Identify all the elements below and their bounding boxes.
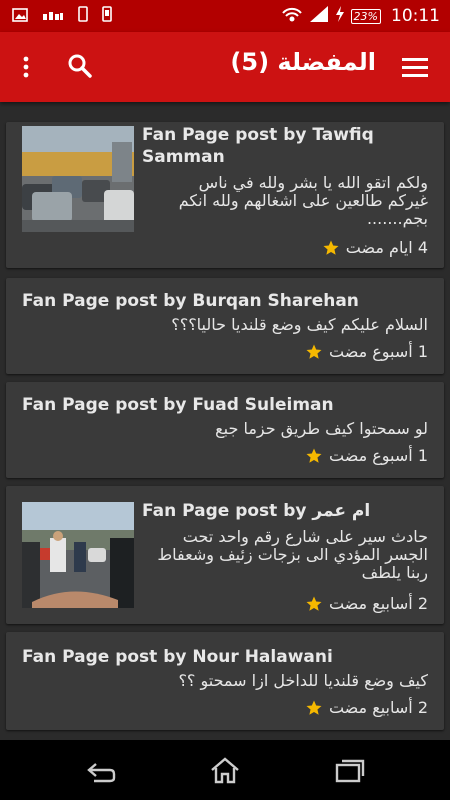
wifi-hotspot-icon [281, 5, 303, 28]
navigation-bar [0, 740, 450, 800]
phone-icon [78, 6, 88, 26]
post-body-line: غيركم طالعين على اشغالهم ولله انكم [178, 191, 428, 210]
post-title-line: Samman [142, 147, 225, 167]
charging-icon [335, 5, 345, 28]
clock: 10:11 [391, 6, 440, 26]
home-icon[interactable] [209, 756, 241, 784]
post-title: Fan Page post by Nour Halawani [22, 647, 333, 667]
post-body-line: الجسر المؤدي الى بزجات زئيف وشعفاط [157, 545, 428, 564]
overflow-menu-icon[interactable] [14, 56, 38, 78]
star-icon[interactable] [305, 447, 323, 465]
post-meta: 1 أسبوع مضت [305, 342, 428, 361]
post-body: لو سمحتوا كيف طريق حزما جبع [18, 420, 428, 438]
post-title: Fan Page post by Burqan Sharehan [22, 291, 359, 311]
post-body-line: ربنا يلطف [361, 563, 428, 582]
post-body: السلام عليكم كيف وضع قلنديا حاليا؟؟؟ [18, 316, 428, 334]
post-body-line: ولكم اتقو الله يا بشر ولله في ناس [198, 173, 428, 192]
signal-dots-icon [42, 7, 64, 26]
favorites-list: Fan Page post by Tawfiq Samman ولكم اتقو… [0, 102, 450, 740]
image-icon [12, 7, 28, 26]
post-body-line: لو سمحتوا كيف طريق حزما جبع [215, 419, 428, 438]
post-title: Fan Page post by Fuad Suleiman [22, 395, 334, 415]
post-time: 1 أسبوع مضت [328, 342, 428, 361]
battery-indicator: 23% [350, 8, 381, 24]
post-body-line: كيف وضع قلنديا للداخل ازا سمحتو ؟؟ [178, 671, 428, 690]
post-image [22, 126, 134, 232]
star-icon[interactable] [305, 343, 323, 361]
post-time: 1 أسبوع مضت [328, 446, 428, 465]
phone-vibrate-icon [102, 6, 112, 26]
post-title-line: Fan Page post by Tawfiq [142, 125, 374, 145]
post-card[interactable]: Fan Page post by Burqan Sharehan السلام … [6, 278, 444, 374]
post-meta: 2 أسابيع مضت [305, 698, 428, 717]
star-icon[interactable] [305, 595, 323, 613]
star-icon[interactable] [305, 699, 323, 717]
post-image [22, 502, 134, 608]
post-title: Fan Page post by ام عمر [142, 501, 371, 521]
post-meta: 2 أسابيع مضت [305, 594, 428, 613]
page-title: المفضلة (5) [230, 48, 376, 76]
post-time: 2 أسابيع مضت [328, 698, 428, 717]
recents-icon[interactable] [334, 756, 366, 784]
post-body: ولكم اتقو الله يا بشر ولله في ناس غيركم … [138, 174, 428, 228]
post-time: 4 ايام مضت [345, 238, 428, 257]
search-icon[interactable] [66, 52, 94, 80]
hamburger-menu-icon[interactable] [402, 56, 428, 78]
post-meta: 4 ايام مضت [322, 238, 428, 257]
post-time: 2 أسابيع مضت [328, 594, 428, 613]
post-card[interactable]: Fan Page post by Nour Halawani كيف وضع ق… [6, 632, 444, 730]
post-card[interactable]: Fan Page post by Tawfiq Samman ولكم اتقو… [6, 122, 444, 268]
back-icon[interactable] [84, 756, 116, 784]
star-icon[interactable] [322, 239, 340, 257]
app-bar: المفضلة (5) [0, 32, 450, 102]
post-card[interactable]: Fan Page post by ام عمر حادث سير على شار… [6, 486, 444, 624]
post-body: كيف وضع قلنديا للداخل ازا سمحتو ؟؟ [18, 672, 428, 690]
post-body-line: حادث سير على شارع رقم واحد تحت [182, 527, 428, 546]
post-title: Fan Page post by Tawfiq Samman [142, 124, 432, 168]
signal-icon [309, 5, 329, 28]
post-body: حادث سير على شارع رقم واحد تحت الجسر الم… [138, 528, 428, 582]
status-bar: 23% 10:11 [0, 0, 450, 32]
post-meta: 1 أسبوع مضت [305, 446, 428, 465]
post-body-line: السلام عليكم كيف وضع قلنديا حاليا؟؟؟ [171, 315, 428, 334]
post-card[interactable]: Fan Page post by Fuad Suleiman لو سمحتوا… [6, 382, 444, 478]
post-body-line: بجم....... [366, 209, 428, 228]
